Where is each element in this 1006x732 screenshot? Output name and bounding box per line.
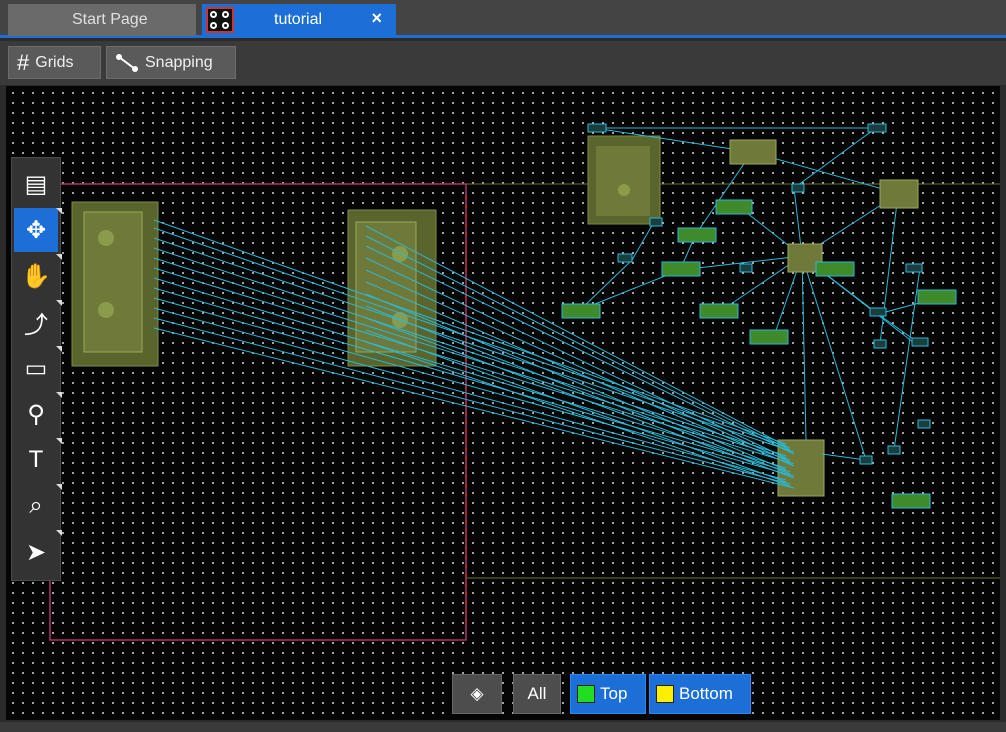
select-tool[interactable]: ➤ [14,530,62,574]
add-component-icon: ▭ [24,354,48,382]
select-arrow-icon: ➤ [25,538,47,566]
layers-icon: ◈ [470,684,484,703]
snapping-label: Snapping [145,53,213,71]
move-tool[interactable]: ✥ [14,208,62,252]
connect-icon: ⚲ [27,400,45,428]
bottom-layer-swatch [656,685,674,703]
connect-tool[interactable]: ⚲ [14,392,62,436]
mount-hole [618,184,630,196]
tab-tutorial-label: tutorial [274,11,323,28]
route-icon: ⤴ [24,311,48,339]
add-text-icon: T [28,446,44,473]
route-tool[interactable]: ⤴ [14,300,62,344]
add-component-tool[interactable]: ▭ [14,346,62,390]
mount-hole [98,302,114,318]
layer-all-label: All [527,684,547,703]
tab-start-page[interactable]: Start Page [8,4,196,36]
pcb-drawing [49,123,1000,641]
top-layer-swatch [577,685,595,703]
comment-icon: ▤ [24,170,48,198]
ratsnest-bundle [153,219,795,489]
pcb-canvas[interactable] [6,86,1000,720]
tab-bar: Start Page tutorial × [0,0,1006,38]
zoom-tool[interactable]: ⌕ [14,484,62,528]
layer-bottom-button[interactable]: Bottom [649,674,751,714]
grids-button[interactable]: # Grids [8,46,101,79]
hand-icon: ✋ [21,262,51,290]
status-strip [0,722,1006,732]
grid-icon: # [17,49,30,75]
layer-top-label: Top [600,684,628,703]
layer-bottom-label: Bottom [679,684,733,703]
comment-tool[interactable]: ▤ [14,162,58,206]
tab-tutorial[interactable]: tutorial × [202,4,396,36]
connector-body [596,146,650,216]
close-icon[interactable]: × [371,8,382,29]
connector-body [83,211,143,353]
layers-button[interactable]: ◈ [452,674,502,714]
add-text-tool[interactable]: T [14,438,62,482]
grids-label: Grids [35,53,74,71]
tab-start-page-label: Start Page [72,11,148,28]
snapping-icon [116,53,138,72]
mount-hole [98,230,114,246]
tool-palette: ▤ ✥ ✋ ⤴ ▭ ⚲ T ⌕ ➤ [11,157,62,581]
pcb-document-icon [206,7,234,33]
view-toolbar: # Grids Snapping [0,41,1006,85]
move-icon: ✥ [25,216,47,244]
layer-all-button[interactable]: All [513,674,561,714]
zoom-icon: ⌕ [29,492,43,519]
layer-top-button[interactable]: Top [570,674,646,714]
pan-tool[interactable]: ✋ [14,254,62,298]
snapping-button[interactable]: Snapping [106,46,236,79]
